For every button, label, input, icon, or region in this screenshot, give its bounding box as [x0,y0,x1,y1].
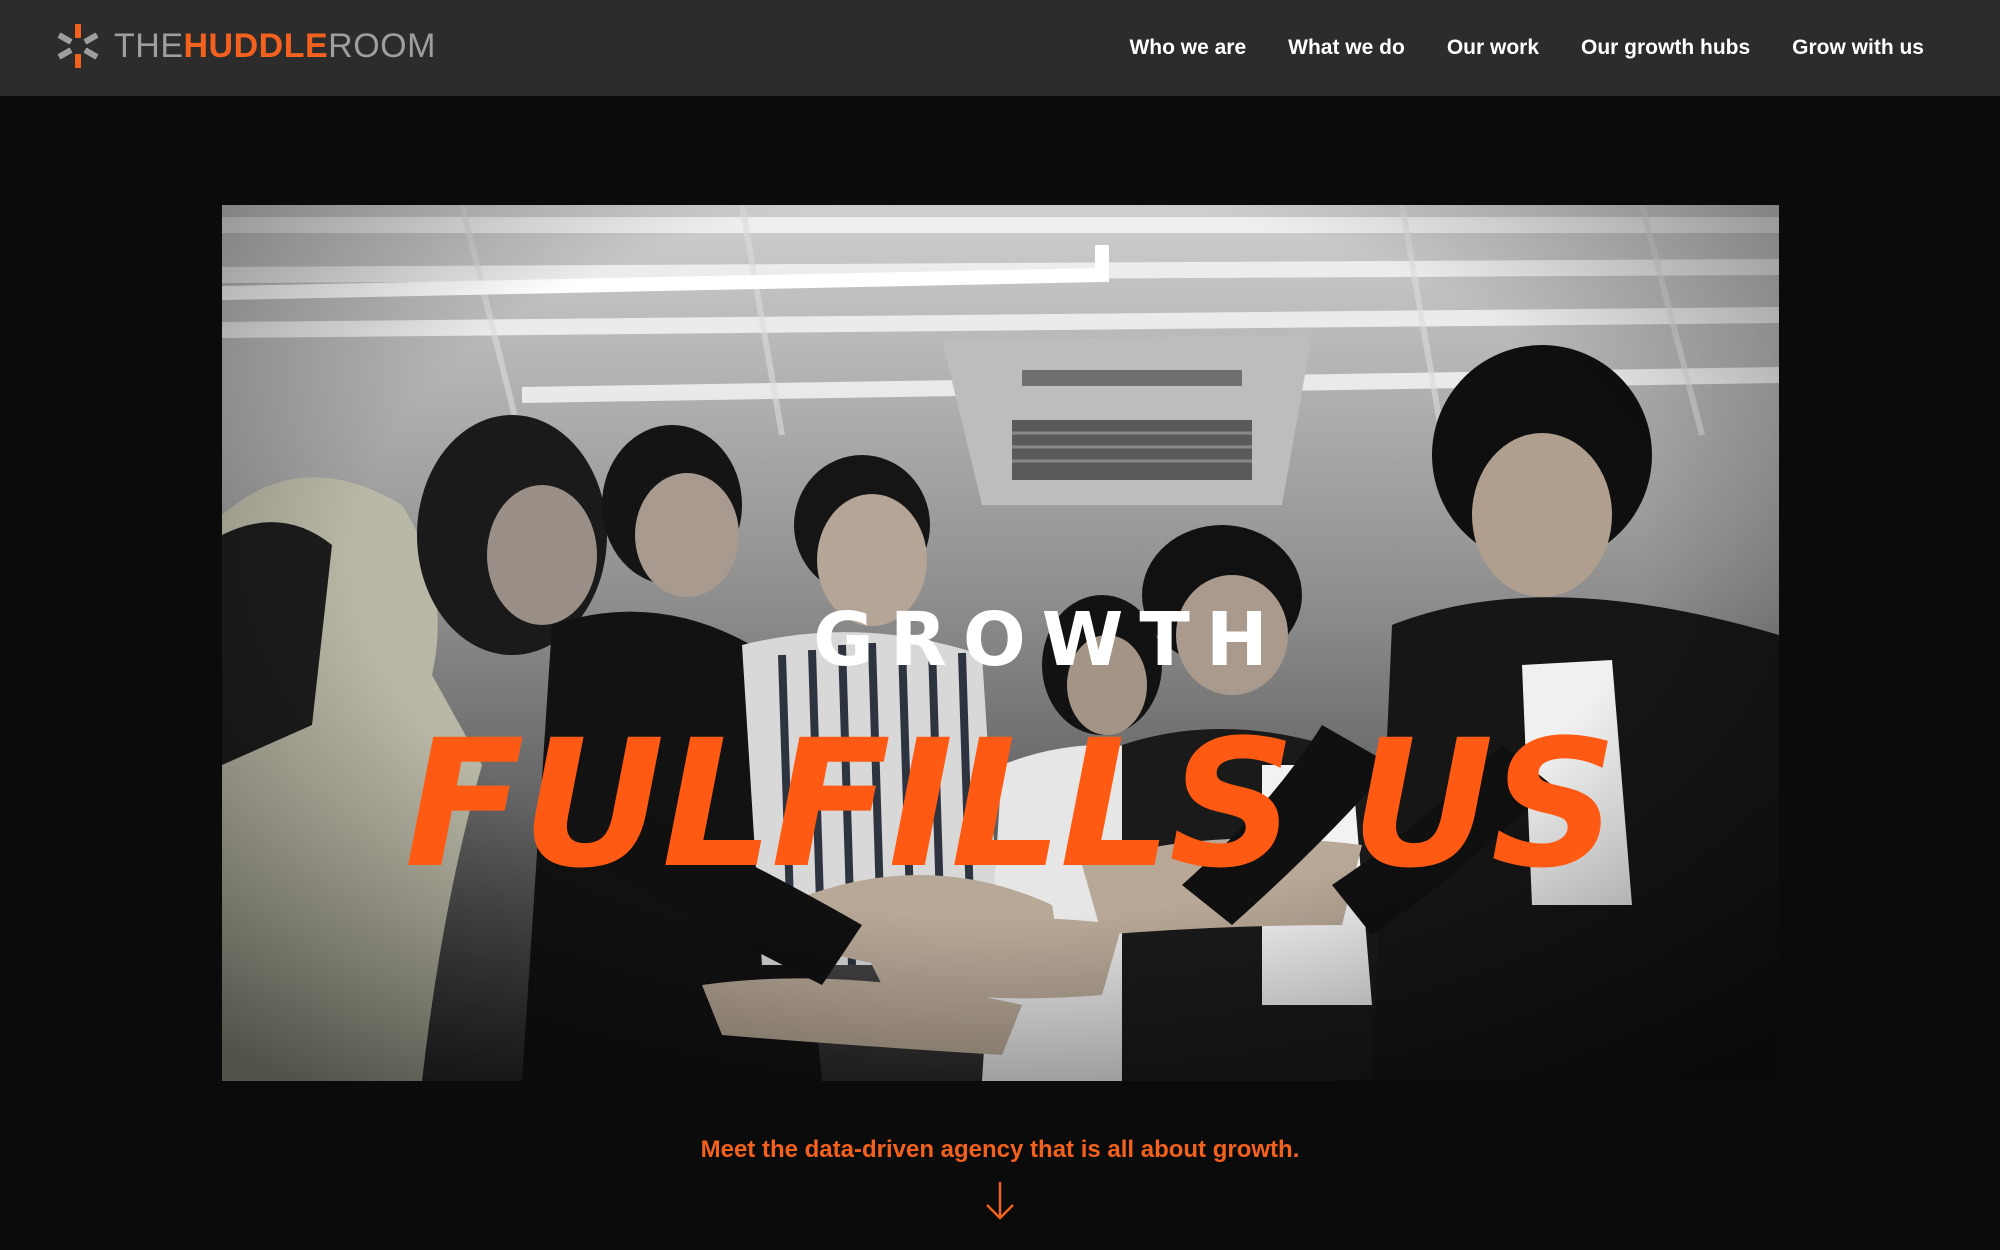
top-navbar: THE HUDDLE ROOM Who we are What we do Ou… [0,0,2000,96]
logo-room: ROOM [328,27,436,65]
nav-what-we-do[interactable]: What we do [1288,36,1405,60]
hero-tagline: Meet the data-driven agency that is all … [700,1136,1300,1163]
logo-the: THE [114,27,184,65]
nav-our-growth-hubs[interactable]: Our growth hubs [1581,36,1750,60]
logo-huddle: HUDDLE [183,27,329,65]
arrow-down-icon[interactable] [984,1180,1016,1222]
nav-our-work[interactable]: Our work [1447,36,1539,60]
burst-logo-icon [57,24,99,68]
logo-wordmark: THE HUDDLE ROOM [114,29,436,63]
site-logo[interactable]: THE HUDDLE ROOM [54,20,436,72]
main-nav: Who we are What we do Our work Our growt… [1129,0,1924,96]
hero-team-photo: GROWTH FULFILLS US [222,205,1779,1081]
nav-grow-with-us[interactable]: Grow with us [1792,36,1924,60]
nav-who-we-are[interactable]: Who we are [1129,36,1246,60]
hero-headline: FULFILLS US [404,702,1618,907]
hero-kicker: GROWTH [813,597,1284,683]
